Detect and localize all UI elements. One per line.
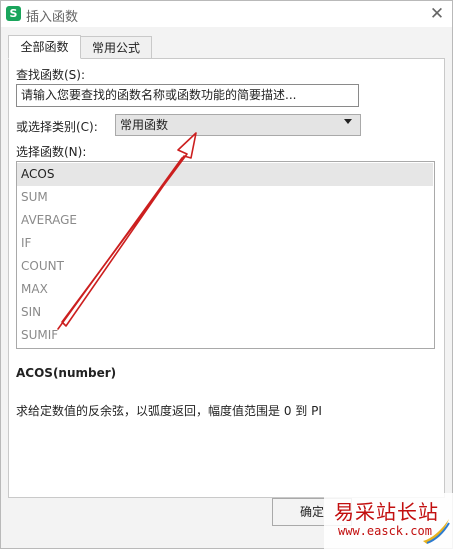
function-description: 求给定数值的反余弦，以弧度返回，幅度值范围是 0 到 PI <box>16 404 322 418</box>
category-select[interactable]: 常用函数 <box>115 114 361 136</box>
watermark-swoosh-icon <box>423 519 450 544</box>
dialog-title: 插入函数 <box>26 10 79 25</box>
category-selected-value: 常用函数 <box>120 118 169 132</box>
function-item-count[interactable]: COUNT <box>17 255 433 278</box>
watermark-url: www.easck.com <box>338 524 432 538</box>
function-item-average[interactable]: AVERAGE <box>17 209 433 232</box>
function-item-if[interactable]: IF <box>17 232 433 255</box>
wps-spreadsheet-icon: S <box>6 6 21 21</box>
search-input[interactable]: 请输入您要查找的函数名称或函数功能的简要描述... <box>16 84 359 107</box>
function-item-sumif[interactable]: SUMIF <box>17 324 433 347</box>
function-signature: ACOS(number) <box>16 366 117 380</box>
tab-common-formulas[interactable]: 常用公式 <box>80 36 152 59</box>
title-bar: S 插入函数 ✕ <box>1 1 452 27</box>
search-label: 查找函数(S): <box>16 68 86 82</box>
function-item-sum[interactable]: SUM <box>17 186 433 209</box>
tab-all-functions[interactable]: 全部函数 <box>8 35 81 59</box>
close-icon[interactable]: ✕ <box>427 4 447 24</box>
category-label: 或选择类别(C): <box>16 120 98 134</box>
function-item-acos[interactable]: ACOS <box>17 163 433 186</box>
watermark: 易采站长站 www.easck.com <box>324 493 453 549</box>
function-item-max[interactable]: MAX <box>17 278 433 301</box>
function-list-label: 选择函数(N): <box>16 145 87 159</box>
dropdown-arrow-icon[interactable] <box>344 119 352 124</box>
function-item-sin[interactable]: SIN <box>17 301 433 324</box>
